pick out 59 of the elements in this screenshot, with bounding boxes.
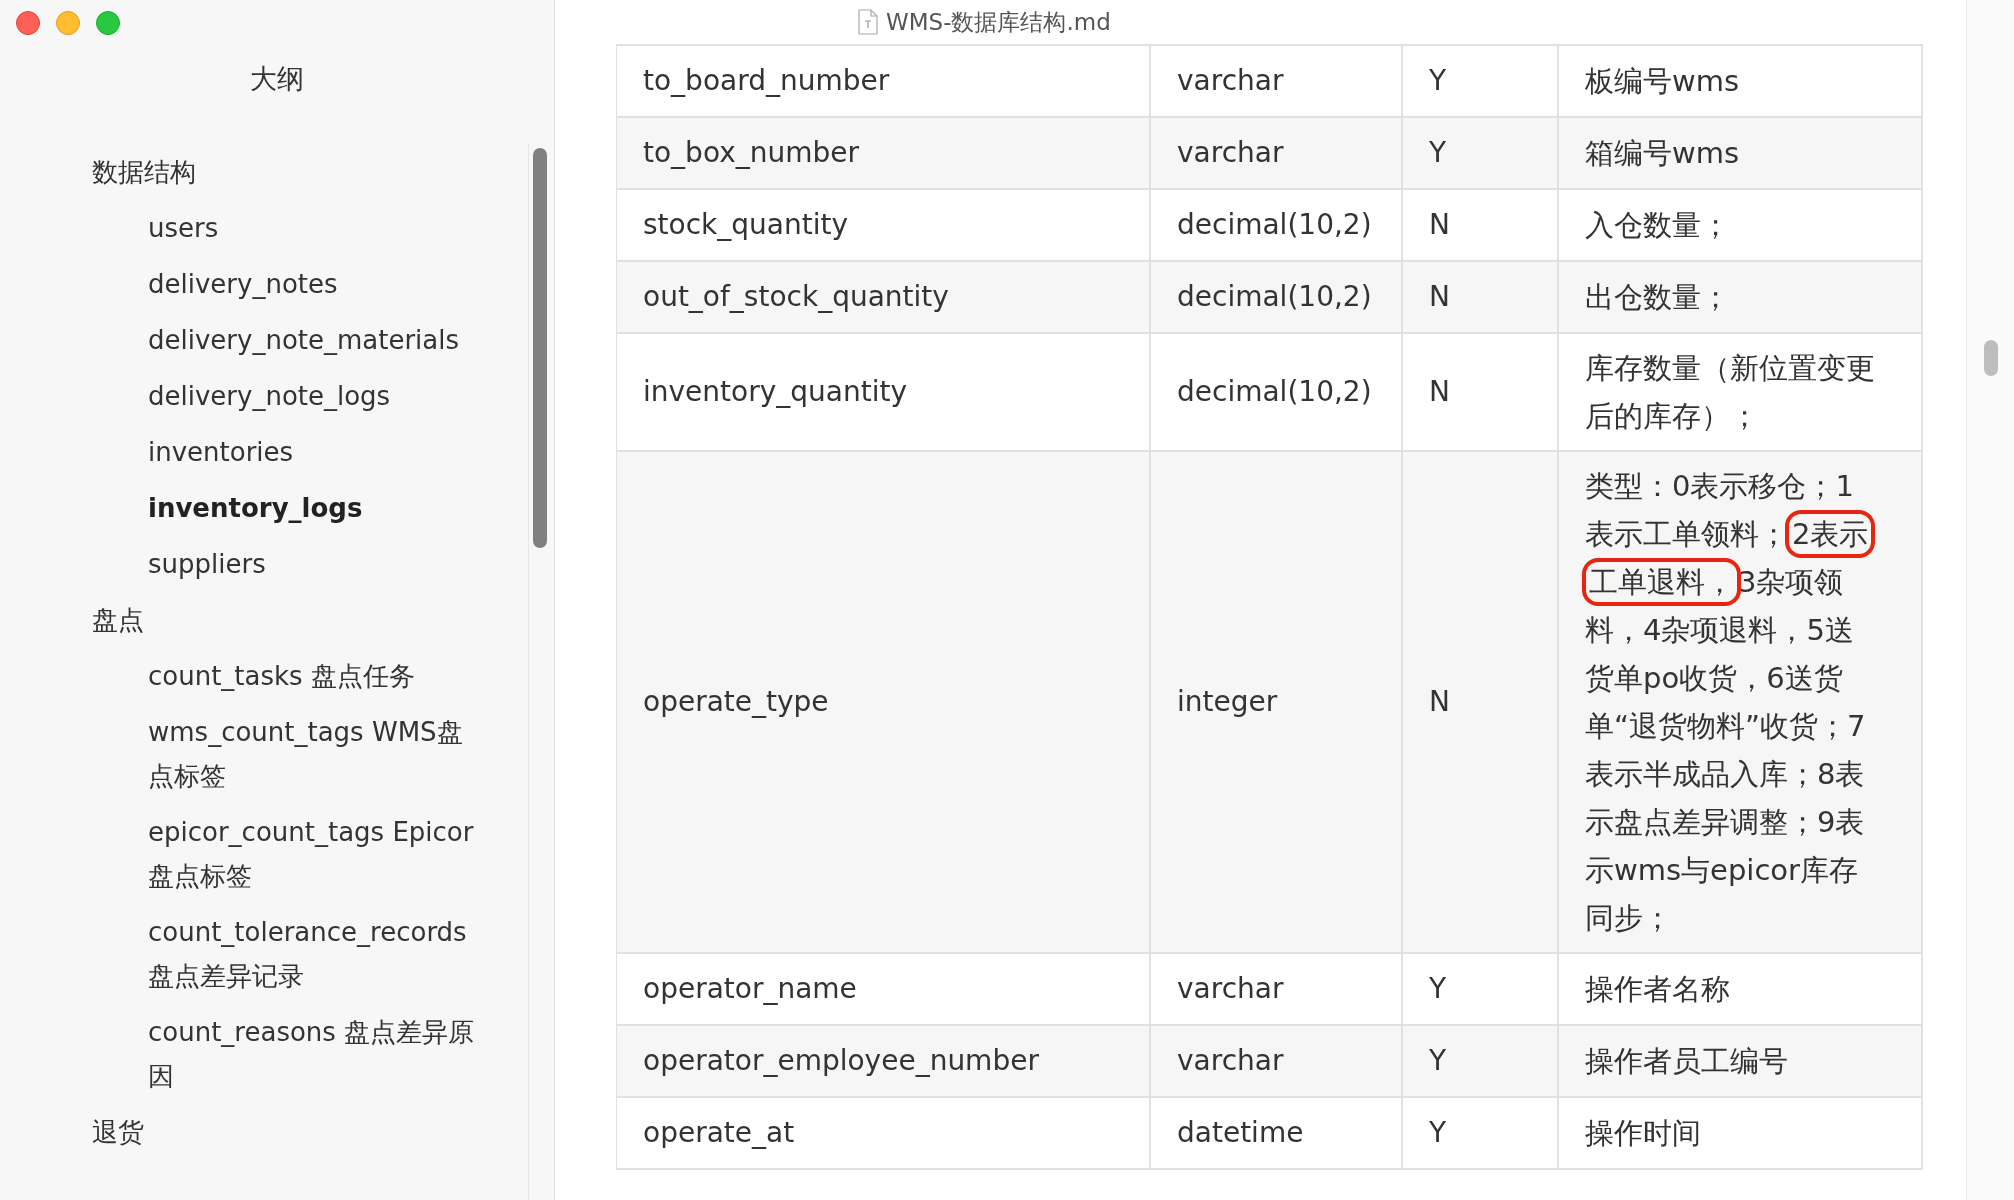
table-cell: operate_type [617,452,1151,954]
table-cell: varchar [1151,118,1403,190]
outline-item[interactable]: 盘点 [92,592,427,648]
description-text: 操作者员工编号 [1584,1043,1789,1080]
outline-item[interactable]: wms_count_tags WMS盘点标签 [148,704,483,804]
table-cell: N [1403,190,1559,262]
scrollbar-track[interactable] [1966,0,2014,1200]
description-text: 箱编号wms [1584,135,1741,172]
table-cell: decimal(10,2) [1151,262,1403,334]
description-text: 入仓数量； [1584,207,1731,244]
outline-item[interactable]: epicor_count_tags Epicor盘点标签 [148,804,483,904]
outline-item[interactable]: delivery_note_materials [148,312,483,368]
table-cell: to_box_number [617,118,1151,190]
outline-item[interactable]: delivery_notes [148,256,483,312]
table-cell: integer [1151,452,1403,954]
table-cell: decimal(10,2) [1151,190,1403,262]
table-cell: N [1403,334,1559,452]
table-cell: varchar [1151,954,1403,1026]
table-cell: Y [1403,46,1559,118]
scrollbar-thumb[interactable] [533,148,547,548]
outline-item[interactable]: inventories [148,424,483,480]
zoom-button[interactable] [96,11,120,35]
outline-item[interactable]: delivery_note_logs [148,368,483,424]
table-cell: Y [1403,118,1559,190]
outline-item[interactable]: 数据结构 [92,144,427,200]
scrollbar-thumb[interactable] [1983,340,1998,376]
table-cell: varchar [1151,46,1403,118]
outline-title: 大纲 [249,62,305,96]
outline-item[interactable]: count_tasks 盘点任务 [148,648,483,704]
outline-item[interactable]: 退货 [92,1104,427,1160]
description-text: 出仓数量； [1584,279,1731,316]
description-text: 操作者名称 [1584,971,1731,1008]
outline-item[interactable]: count_reasons 盘点差异原因 [148,1004,483,1104]
table-cell: Y [1403,1098,1559,1170]
table-cell: datetime [1151,1098,1403,1170]
table-cell: operator_employee_number [617,1026,1151,1098]
table-cell: N [1403,452,1559,954]
table-cell: Y [1403,1026,1559,1098]
table-cell: operate_at [617,1098,1151,1170]
description-text: 板编号wms [1584,63,1741,100]
close-button[interactable] [16,11,40,35]
table-cell: to_board_number [617,46,1151,118]
table-cell: decimal(10,2) [1151,334,1403,452]
description-text: 操作时间 [1584,1115,1702,1152]
description-text: 库存数量（新位置变更后的库存）； [1584,350,1876,435]
table-cell: Y [1403,954,1559,1026]
table-cell: out_of_stock_quantity [617,262,1151,334]
outline-item[interactable]: inventory_logs [148,480,483,536]
minimize-button[interactable] [56,11,80,35]
table-cell: inventory_quantity [617,334,1151,452]
window-title: WMS-数据库结构.md [886,7,1111,37]
document-icon [858,9,878,35]
outline-item[interactable]: suppliers [148,536,483,592]
table-cell: N [1403,262,1559,334]
table-cell: varchar [1151,1026,1403,1098]
table-cell: stock_quantity [617,190,1151,262]
outline-item[interactable]: users [148,200,483,256]
outline-item[interactable]: count_tolerance_records 盘点差异记录 [148,904,483,1004]
table-cell: operator_name [617,954,1151,1026]
